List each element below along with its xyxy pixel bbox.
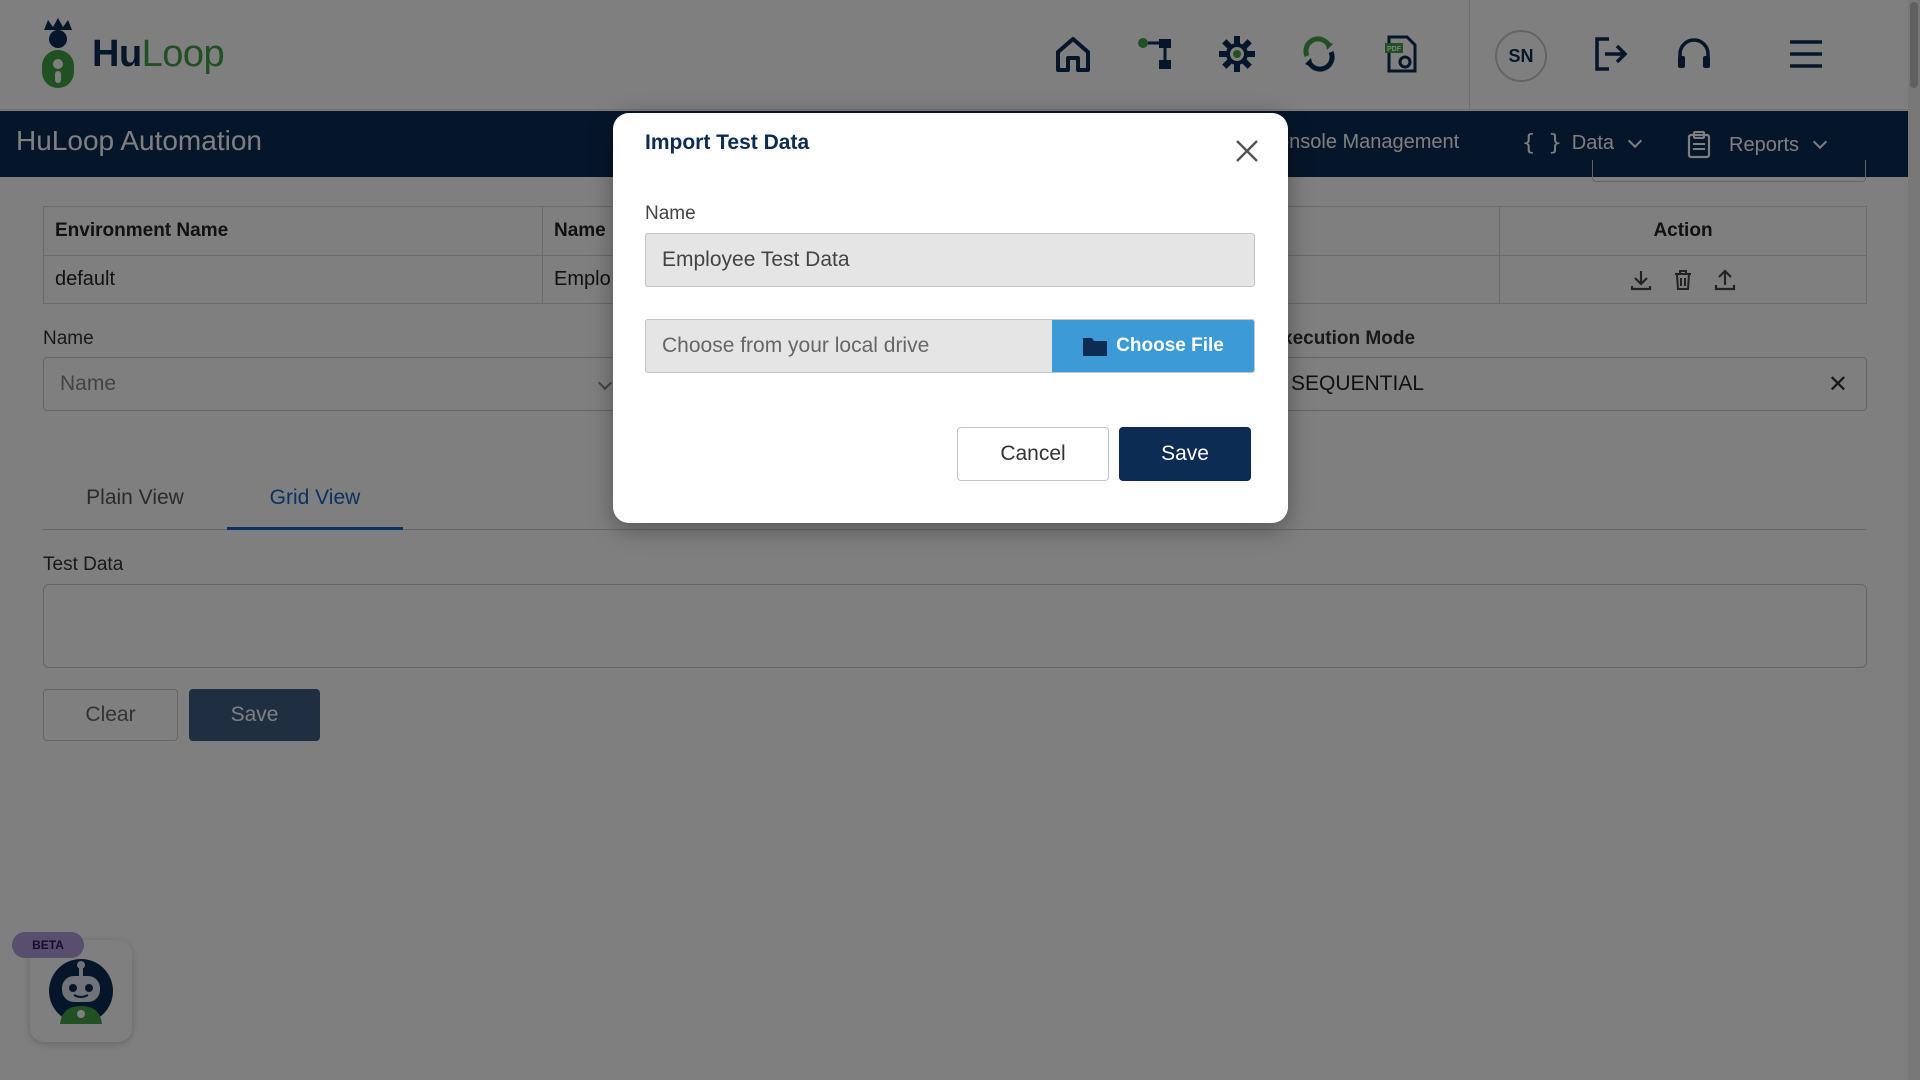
- file-path-field[interactable]: Choose from your local drive: [646, 320, 1052, 372]
- folder-icon: [1083, 338, 1108, 356]
- cancel-button[interactable]: Cancel: [957, 427, 1109, 481]
- choose-file-button[interactable]: Choose File: [1052, 320, 1254, 372]
- modal-name-input[interactable]: Employee Test Data: [645, 233, 1255, 287]
- import-test-data-modal: Import Test Data Name Employee Test Data…: [613, 113, 1288, 523]
- modal-name-label: Name: [645, 203, 696, 224]
- file-picker: Choose from your local drive Choose File: [645, 319, 1255, 373]
- close-icon[interactable]: [1231, 135, 1263, 167]
- modal-save-button[interactable]: Save: [1119, 427, 1251, 481]
- modal-title: Import Test Data: [645, 131, 810, 154]
